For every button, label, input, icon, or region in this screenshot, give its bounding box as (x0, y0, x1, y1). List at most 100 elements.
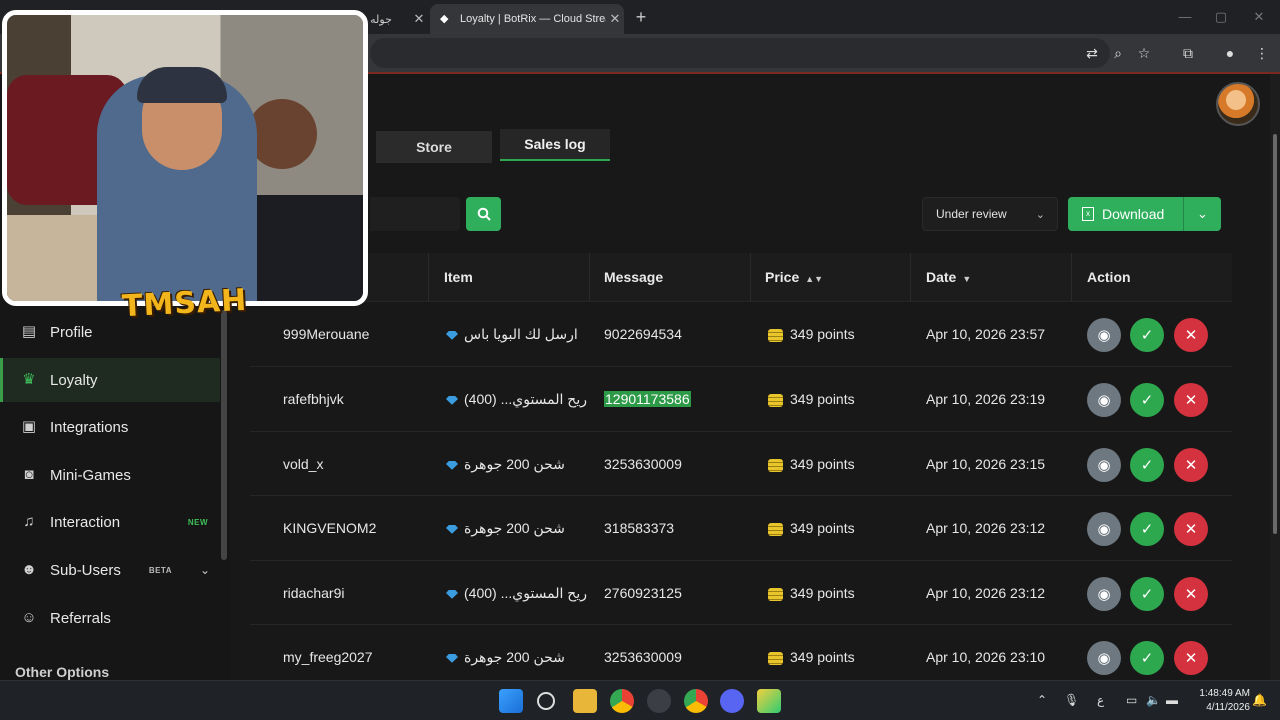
webcam-streamer-cap (137, 67, 227, 103)
diamond-icon (446, 653, 458, 663)
profile-avatar-icon[interactable]: ● (1220, 43, 1240, 63)
view-button[interactable]: ◉ (1087, 448, 1121, 482)
extensions-icon[interactable]: ⧉ (1178, 43, 1198, 63)
gamepad-icon: ◙ (24, 466, 34, 483)
system-clock[interactable]: 1:48:49 AM 4/11/2026 (1186, 687, 1250, 715)
close-window-icon[interactable]: ✕ (1244, 6, 1274, 28)
bookmark-star-icon[interactable]: ☆ (1134, 43, 1154, 63)
price-value: 349 points (790, 391, 855, 407)
check-icon: ✓ (1140, 521, 1154, 538)
close-icon: ✕ (1184, 392, 1198, 409)
scrollbar-thumb[interactable] (1273, 134, 1277, 534)
minimize-icon[interactable]: — (1170, 6, 1200, 28)
eye-icon: ◉ (1097, 392, 1111, 409)
view-button[interactable]: ◉ (1087, 318, 1121, 352)
tab-sales-log[interactable]: Sales log (500, 129, 610, 161)
check-icon: ✓ (1140, 650, 1154, 667)
approve-button[interactable]: ✓ (1130, 641, 1164, 675)
price-cell: 349 points (768, 302, 855, 366)
music-note-icon: ♫ (23, 513, 35, 530)
coins-icon (768, 393, 783, 407)
approve-button[interactable]: ✓ (1130, 318, 1164, 352)
microphone-icon[interactable]: 🎙 (1064, 693, 1079, 707)
tray-chevron-icon[interactable]: ⌃ (1037, 693, 1047, 707)
address-bar[interactable] (370, 38, 1110, 68)
download-options-button[interactable]: ⌄ (1183, 197, 1221, 231)
new-tab-button[interactable]: + (630, 6, 652, 28)
view-button[interactable]: ◉ (1087, 383, 1121, 417)
price-cell: 349 points (768, 367, 855, 431)
clock-date: 4/11/2026 (1206, 702, 1250, 713)
chevron-down-icon[interactable]: ⌄ (200, 563, 210, 577)
column-header-price[interactable]: Price ▲▼ (765, 253, 823, 301)
browser-tab-active[interactable]: ◆ Loyalty | BotRix — Cloud Stream ✕ (430, 4, 624, 34)
notification-bell-icon[interactable]: 🔔 (1252, 693, 1267, 707)
status-filter-select[interactable]: Under review ⌄ (922, 197, 1058, 231)
network-icon[interactable]: ▭ (1126, 693, 1137, 707)
zoom-icon[interactable]: ⌕ (1108, 43, 1128, 63)
table-row: my_freeg2027 شحن 200 جوهرة 3253630009 34… (250, 624, 1232, 688)
file-explorer-icon[interactable] (573, 689, 597, 713)
approve-button[interactable]: ✓ (1130, 383, 1164, 417)
discord-icon[interactable] (720, 689, 744, 713)
column-divider (428, 253, 429, 301)
column-header-label: Date (926, 269, 957, 285)
sort-icon[interactable]: ▲▼ (805, 274, 823, 284)
diamond-icon (446, 330, 458, 340)
view-button[interactable]: ◉ (1087, 577, 1121, 611)
close-tab-icon[interactable]: ✕ (410, 11, 428, 27)
sidebar-item-label: Sub-Users (50, 561, 121, 579)
sidebar-item-sub-users[interactable]: ☻ Sub-Users BETA ⌄ (0, 548, 220, 592)
eye-icon: ◉ (1097, 521, 1111, 538)
column-header-date[interactable]: Date ▼ (926, 253, 971, 301)
column-header-message[interactable]: Message (604, 253, 663, 301)
sidebar-item-loyalty[interactable]: ♛ Loyalty (0, 358, 220, 402)
reject-button[interactable]: ✕ (1174, 577, 1208, 611)
approve-button[interactable]: ✓ (1130, 577, 1164, 611)
close-icon: ✕ (1184, 457, 1198, 474)
maximize-icon[interactable]: ▢ (1206, 6, 1236, 28)
user-avatar[interactable] (1216, 82, 1260, 126)
close-tab-icon[interactable]: ✕ (606, 11, 624, 27)
sidebar-item-referrals[interactable]: ☺ Referrals (0, 596, 220, 640)
sidebar-scrollbar[interactable] (221, 310, 227, 560)
sidebar-item-integrations[interactable]: ▣ Integrations (0, 405, 220, 449)
search-icon[interactable] (537, 692, 555, 710)
column-header-item[interactable]: Item (444, 253, 473, 301)
sidebar-item-interaction[interactable]: ♫ Interaction NEW (0, 500, 220, 544)
menu-icon[interactable]: ⋮ (1252, 43, 1272, 63)
price-value: 349 points (790, 585, 855, 601)
volume-icon[interactable]: 🔈 (1146, 693, 1161, 707)
sidebar-section-title: Other Options (15, 664, 110, 680)
reject-button[interactable]: ✕ (1174, 641, 1208, 675)
approve-button[interactable]: ✓ (1130, 512, 1164, 546)
page-scrollbar[interactable] (1270, 74, 1280, 680)
reject-button[interactable]: ✕ (1174, 318, 1208, 352)
input-language[interactable]: ع (1097, 693, 1104, 707)
message-cell: 2760923125 (604, 585, 682, 601)
search-input[interactable] (370, 197, 460, 231)
battery-icon[interactable]: ▬ (1166, 693, 1178, 707)
bluestacks-icon[interactable] (757, 689, 781, 713)
chrome-profile-icon[interactable] (684, 689, 708, 713)
chrome-icon[interactable] (610, 689, 634, 713)
column-header-action: Action (1087, 269, 1131, 285)
reject-button[interactable]: ✕ (1174, 512, 1208, 546)
sidebar-item-mini-games[interactable]: ◙ Mini-Games (0, 453, 220, 497)
approve-button[interactable]: ✓ (1130, 448, 1164, 482)
translate-icon[interactable]: ⇄ (1082, 43, 1102, 63)
username-cell: rafefbhjvk (283, 391, 344, 407)
search-button[interactable] (466, 197, 501, 231)
item-cell: (400) ...ريح المستوي (446, 561, 587, 625)
reject-button[interactable]: ✕ (1174, 448, 1208, 482)
view-button[interactable]: ◉ (1087, 512, 1121, 546)
sort-desc-icon[interactable]: ▼ (962, 274, 971, 284)
download-button[interactable]: x Download (1068, 197, 1183, 231)
windows-start-icon[interactable] (499, 689, 523, 713)
tab-store[interactable]: Store (376, 131, 492, 163)
reject-button[interactable]: ✕ (1174, 383, 1208, 417)
obs-icon[interactable] (647, 689, 671, 713)
column-divider (910, 253, 911, 301)
view-button[interactable]: ◉ (1087, 641, 1121, 675)
message-cell: 318583373 (604, 520, 675, 536)
